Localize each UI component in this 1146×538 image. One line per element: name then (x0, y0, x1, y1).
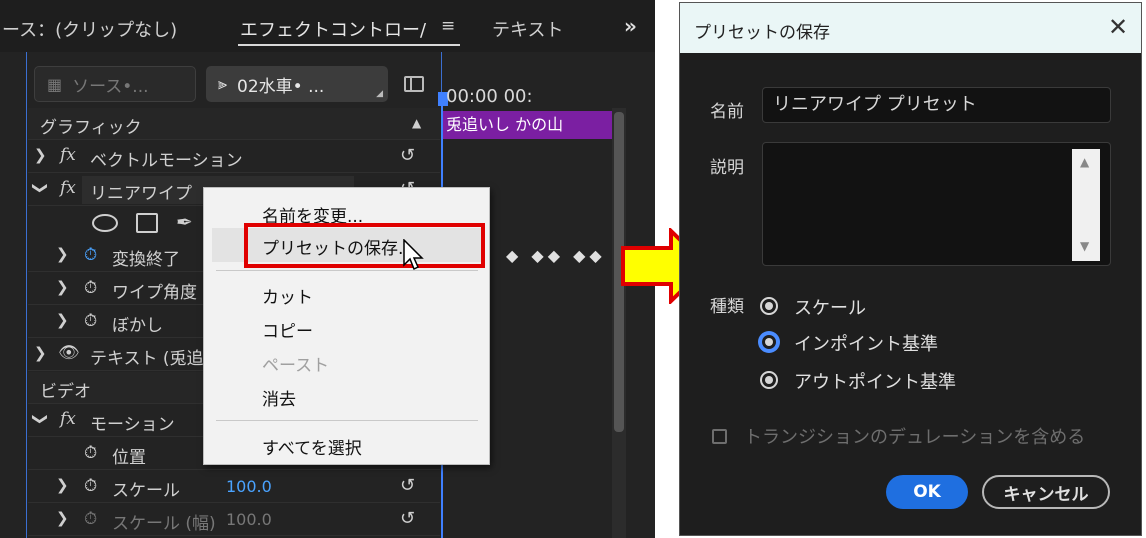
keyframe-markers[interactable]: ◆ ◆◆ ◆◆ (506, 246, 606, 265)
name-label: 名前 (710, 102, 744, 122)
fx-icon[interactable]: fx (60, 145, 76, 165)
description-scrollbar[interactable]: ▲ ▼ (1072, 149, 1100, 261)
menu-item-paste: ペースト (262, 356, 330, 376)
stopwatch-icon[interactable]: ⏱ (84, 278, 97, 298)
menu-separator (216, 420, 478, 421)
ellipse-mask-icon[interactable] (92, 214, 118, 232)
collapse-triangle-icon[interactable]: ▲ (412, 116, 421, 130)
property-label: ワイプ角度 (112, 283, 197, 303)
panel-menu-icon[interactable]: ≡ (441, 16, 455, 36)
stopwatch-icon[interactable]: ⏱ (84, 443, 97, 463)
property-label: 位置 (112, 448, 146, 468)
radio-button-selected[interactable] (760, 333, 778, 351)
fx-icon[interactable]: fx (60, 178, 76, 198)
chevron-down-icon[interactable]: ❯ (31, 413, 49, 426)
chevron-right-icon[interactable]: ❯ (56, 509, 69, 527)
ok-button[interactable]: OK (886, 475, 968, 509)
radio-label: インポイント基準 (794, 334, 938, 355)
checkbox-label: トランジションのデュレーションを含める (744, 427, 1086, 448)
chevron-right-icon[interactable]: ❯ (56, 245, 69, 263)
stopwatch-icon[interactable]: ⏱ (84, 476, 97, 496)
effect-label: リニアワイプ (90, 184, 192, 204)
timeline-clip[interactable]: 兎追いし かの山 (442, 111, 612, 139)
source-selector-label: ソース•... (72, 76, 149, 97)
annotation-highlight-box (244, 223, 485, 268)
scroll-up-icon[interactable]: ▲ (1080, 155, 1089, 169)
radio-button[interactable] (760, 371, 778, 389)
dropdown-corner-icon: ◢ (376, 89, 383, 99)
effect-controls-panel: ース：(クリップなし) エフェクトコントロー/ ≡ テキスト » ▦ ソース•.… (0, 0, 655, 538)
chevron-down-icon[interactable]: ❯ (31, 182, 49, 195)
dialog-titlebar[interactable]: プリセットの保存 ✕ (680, 3, 1141, 53)
section-graphics[interactable]: グラフィック ▲ (28, 108, 440, 140)
kind-label: 種類 (710, 297, 744, 317)
reset-icon[interactable]: ↺ (400, 145, 415, 166)
dialog-title: プリセットの保存 (694, 23, 830, 43)
sequence-icon: ⫸ (218, 74, 228, 93)
cancel-button[interactable]: キャンセル (982, 475, 1110, 509)
scale-width-value: 100.0 (226, 510, 272, 529)
chevron-right-icon[interactable]: ❯ (34, 146, 47, 164)
stopwatch-icon[interactable]: ⏱ (84, 311, 97, 331)
menu-item-clear[interactable]: 消去 (262, 385, 296, 410)
checkbox (712, 429, 727, 444)
property-label: スケール (112, 481, 180, 501)
menu-item-copy[interactable]: コピー (262, 317, 313, 342)
panel-tab-bar: ース：(クリップなし) エフェクトコントロー/ ≡ テキスト » (0, 0, 655, 52)
source-clip-icon: ▦ (47, 74, 63, 94)
pen-mask-icon[interactable]: ✒ (176, 210, 193, 234)
property-scale-width: ❯ ⏱ スケール (幅) 100.0 ↺ (28, 504, 440, 536)
chevron-right-icon[interactable]: ❯ (56, 476, 69, 494)
scale-value[interactable]: 100.0 (226, 477, 272, 496)
effect-label: テキスト (兎追 (90, 349, 204, 369)
description-label: 説明 (710, 158, 744, 178)
tab-source[interactable]: ース：(クリップなし) (2, 16, 177, 42)
stopwatch-icon[interactable]: ⏱ (84, 245, 97, 265)
active-tab-underline (238, 44, 460, 46)
section-label: グラフィック (40, 118, 142, 138)
property-scale[interactable]: ❯ ⏱ スケール 100.0 ↺ (28, 471, 440, 503)
chevron-right-icon[interactable]: ❯ (56, 311, 69, 329)
effect-vector-motion[interactable]: ❯ fx ベクトルモーション ↺ (28, 141, 440, 173)
rectangle-mask-icon[interactable] (136, 213, 158, 233)
tab-effect-controls[interactable]: エフェクトコントロー/ (240, 16, 426, 42)
chevron-right-icon[interactable]: ❯ (34, 344, 47, 362)
radio-button[interactable] (760, 297, 778, 315)
stopwatch-icon: ⏱ (84, 509, 98, 529)
sequence-selector-label: 02水車• ... (237, 76, 325, 97)
menu-item-cut[interactable]: カット (262, 283, 313, 308)
sequence-selector[interactable]: ⫸ 02水車• ... ◢ (206, 66, 388, 102)
menu-item-select-all[interactable]: すべてを選択 (262, 434, 362, 459)
preset-name-input[interactable]: リニアワイプ プリセット (762, 87, 1111, 123)
fx-icon[interactable]: fx (60, 409, 76, 429)
close-icon[interactable]: ✕ (1108, 13, 1128, 41)
timeline-toggle-icon[interactable] (404, 76, 424, 92)
property-label: ぼかし (112, 316, 163, 336)
scroll-down-icon[interactable]: ▼ (1080, 239, 1089, 253)
tab-text[interactable]: テキスト (492, 16, 563, 42)
effect-label: モーション (90, 415, 175, 435)
reset-icon[interactable]: ↺ (400, 475, 415, 496)
section-label: ビデオ (40, 382, 91, 402)
mouse-pointer-icon (403, 239, 424, 271)
save-preset-dialog: プリセットの保存 ✕ 名前 リニアワイプ プリセット 説明 ▲ ▼ 種類 スケー… (679, 2, 1142, 536)
property-label: スケール (幅) (112, 514, 216, 534)
timeline-timecode: 00:00 00: (446, 86, 533, 107)
radio-label: アウトポイント基準 (794, 372, 956, 393)
reset-icon[interactable]: ↺ (400, 508, 415, 529)
property-label: 変換終了 (112, 250, 180, 270)
source-selector[interactable]: ▦ ソース•... (34, 66, 196, 102)
tab-overflow-icon[interactable]: » (624, 14, 637, 38)
description-textarea[interactable] (762, 142, 1111, 266)
radio-label: スケール (794, 298, 866, 319)
effect-label: ベクトルモーション (90, 151, 243, 171)
eye-icon[interactable]: 👁 (58, 343, 80, 363)
chevron-right-icon[interactable]: ❯ (56, 278, 69, 296)
menu-separator (216, 270, 478, 271)
